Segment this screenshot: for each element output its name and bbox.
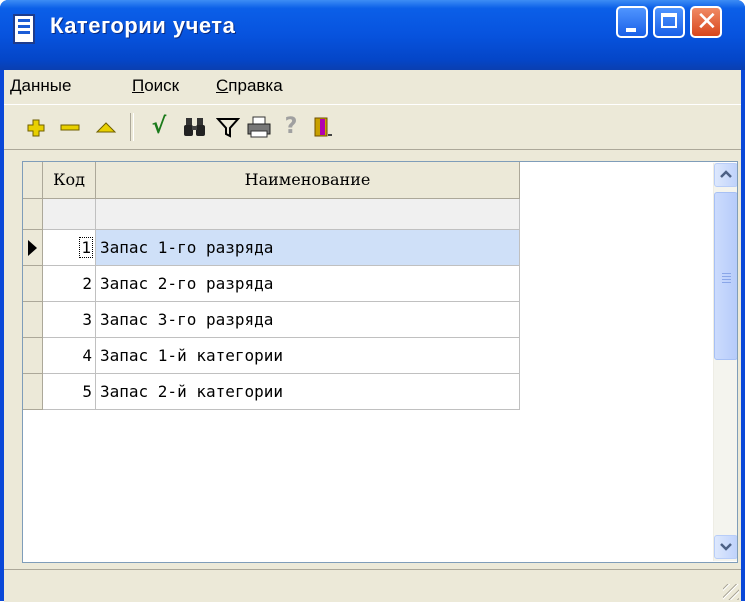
cell-name[interactable]: Запас 1-й категории (96, 338, 520, 374)
scroll-up-button[interactable] (714, 163, 737, 187)
scroll-down-button[interactable] (714, 535, 737, 559)
close-button[interactable]: ✕ (690, 6, 722, 38)
chevron-up-icon (720, 170, 732, 178)
chevron-down-icon (720, 543, 732, 551)
minimize-button[interactable] (616, 6, 648, 38)
maximize-icon (661, 13, 677, 28)
menu-search[interactable]: Поиск (132, 74, 179, 98)
binoculars-icon (184, 118, 205, 136)
edit-button[interactable] (95, 115, 117, 139)
filter-icon (215, 118, 241, 138)
grid-corner (23, 162, 43, 199)
remove-icon (60, 124, 80, 131)
cell-name[interactable]: Запас 2-го разряда (96, 266, 520, 302)
row-indicator (23, 338, 43, 374)
resize-grip-icon[interactable] (723, 584, 739, 600)
close-icon: ✕ (696, 7, 718, 37)
help-icon: ? (284, 114, 298, 139)
window-title: Категории учета (50, 13, 236, 38)
row-indicator (23, 266, 43, 302)
title-bar[interactable]: Категории учета ✕ (0, 0, 745, 70)
status-bar (4, 569, 741, 602)
toolbar-separator (130, 113, 134, 141)
find-button[interactable] (182, 115, 208, 139)
column-header-name[interactable]: Наименование (96, 162, 520, 199)
cell-code[interactable]: 3 (43, 302, 96, 338)
cell-name[interactable]: Запас 1-го разряда (96, 230, 520, 266)
menu-data[interactable]: Данные (10, 74, 71, 98)
edit-up-icon (95, 122, 117, 133)
client-area: Данные Поиск Справка √ ? Код Наименовани… (4, 70, 741, 602)
toolbar: √ ? (4, 104, 741, 150)
cell-name[interactable]: Запас 3-го разряда (96, 302, 520, 338)
row-indicator (23, 302, 43, 338)
print-button[interactable] (246, 115, 272, 139)
help-button[interactable]: ? (281, 115, 301, 139)
data-grid[interactable]: Код Наименование 1 Запас 1-го разряда 2 … (22, 161, 738, 563)
cell-code[interactable]: 4 (43, 338, 96, 374)
cell-code[interactable]: 1 (43, 230, 96, 266)
exit-button[interactable] (312, 115, 334, 139)
cell-code[interactable]: 5 (43, 374, 96, 410)
menu-bar: Данные Поиск Справка (4, 70, 741, 102)
app-icon[interactable] (13, 14, 35, 44)
row-indicator (23, 374, 43, 410)
maximize-button[interactable] (653, 6, 685, 38)
exit-door-icon (314, 117, 332, 137)
filter-button[interactable] (215, 115, 241, 139)
add-button[interactable] (26, 115, 46, 139)
filter-code-input[interactable] (43, 199, 96, 230)
scroll-thumb[interactable] (714, 192, 737, 360)
cell-code[interactable]: 2 (43, 266, 96, 302)
app-window: Категории учета ✕ Данные Поиск Справка √ (0, 0, 745, 602)
remove-button[interactable] (60, 115, 82, 139)
apply-button[interactable]: √ (149, 115, 169, 139)
add-icon (27, 119, 45, 137)
cell-name[interactable]: Запас 2-й категории (96, 374, 520, 410)
filter-row-indicator (23, 199, 43, 230)
filter-name-input[interactable] (96, 199, 520, 230)
vertical-scrollbar[interactable] (713, 163, 737, 561)
row-indicator (23, 230, 43, 266)
check-icon: √ (151, 114, 167, 139)
printer-icon (247, 116, 271, 138)
menu-help[interactable]: Справка (216, 74, 283, 98)
current-row-pointer-icon (28, 240, 37, 256)
minimize-icon (626, 28, 636, 32)
column-header-code[interactable]: Код (43, 162, 96, 199)
